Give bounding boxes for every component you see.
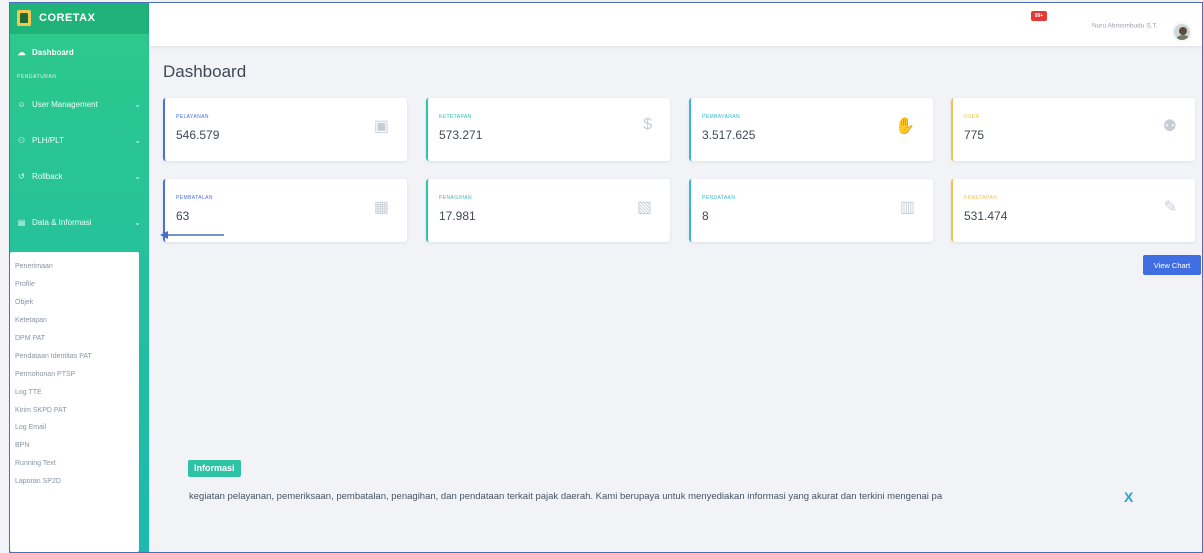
database-icon: ▤ xyxy=(17,217,26,227)
card-label: PEMBAYARAN xyxy=(702,114,740,120)
file-icon: ▥ xyxy=(899,199,915,216)
top-bar: 99+ Nuru Abrosmbudu S.T. xyxy=(149,2,1203,46)
hand-dollar-icon: ✋ xyxy=(895,118,915,135)
rollback-icon: ↺ xyxy=(18,171,25,181)
running-text: kegiatan pelayanan, pemeriksaan, pembata… xyxy=(149,480,1149,516)
submenu-item[interactable]: Log Email xyxy=(10,419,139,437)
chevron-down-icon: ⌄ xyxy=(134,135,141,145)
card-value: 8 xyxy=(702,209,709,223)
card-value: 3.517.625 xyxy=(702,128,756,142)
sidebar-item-data-informasi[interactable]: ▤ Data & Informasi ⌄ xyxy=(9,204,149,240)
submenu-data-informasi: Penerimaan Profile Objek Ketetapan DPM P… xyxy=(10,252,139,552)
desktop-icon: ▣ xyxy=(373,118,389,135)
card-value: 17.981 xyxy=(439,209,476,223)
submenu-item[interactable]: Permohonan PTSP xyxy=(10,365,139,383)
close-icon[interactable]: X xyxy=(1124,489,1133,505)
stat-card-penagihan[interactable]: PENAGIHAN 17.981 ▧ xyxy=(426,179,670,242)
sidebar-item-label: Dashboard xyxy=(32,47,74,57)
submenu-item[interactable]: Profile xyxy=(10,276,139,294)
submenu-item[interactable]: DPM PAT xyxy=(10,330,139,348)
notification-badge[interactable]: 99+ xyxy=(1031,11,1047,21)
brand-name: CORETAX xyxy=(39,12,96,24)
chevron-down-icon: ⌄ xyxy=(134,217,141,227)
stat-card-user[interactable]: USER 775 ⚉ xyxy=(951,98,1195,161)
sidebar-item-plh-plt[interactable]: ⚇ PLH/PLT ⌄ xyxy=(9,122,149,158)
card-label: PENAGIHAN xyxy=(439,195,473,201)
annotation-arrow xyxy=(160,231,224,239)
sidebar-item-user-management[interactable]: ☺ User Management ⌄ xyxy=(9,86,149,122)
submenu-item[interactable]: BPN xyxy=(10,437,139,455)
app-frame: CORETAX ☁ Dashboard PENGATURAN ☺ User Ma… xyxy=(0,0,1203,553)
card-label: USER xyxy=(964,114,980,120)
page-title: Dashboard xyxy=(163,62,247,81)
card-label: PENETAPAN xyxy=(964,195,998,201)
brand[interactable]: CORETAX xyxy=(9,2,149,34)
running-text-content: kegiatan pelayanan, pemeriksaan, pembata… xyxy=(189,491,943,502)
users-icon: ⚉ xyxy=(1162,118,1177,135)
submenu-item[interactable]: Kirim SKPD PAT xyxy=(10,401,139,419)
card-value: 546.579 xyxy=(176,128,220,142)
avatar[interactable] xyxy=(1172,22,1192,42)
sidebar-item-label: PLH/PLT xyxy=(32,135,64,145)
submenu-item[interactable]: Pendataan Identitas PAT xyxy=(10,347,139,365)
clipboard-icon: ▦ xyxy=(373,199,389,216)
logo-icon xyxy=(17,10,31,26)
card-value: 531.474 xyxy=(964,209,1008,223)
card-value: 775 xyxy=(964,128,985,142)
sidebar-item-label: User Management xyxy=(32,99,98,109)
card-label: PENDATAAN xyxy=(702,195,736,201)
submenu-item[interactable]: Objek xyxy=(10,294,139,312)
sidebar-section-label: PENGATURAN xyxy=(17,74,57,80)
dashboard-icon: ☁ xyxy=(17,47,26,57)
view-chart-button[interactable]: View Chart xyxy=(1143,255,1201,275)
submenu-item[interactable]: Running Text xyxy=(10,455,139,473)
sidebar-item-dashboard[interactable]: ☁ Dashboard xyxy=(9,34,149,70)
stat-card-pelayanan[interactable]: PELAYANAN 546.579 ▣ xyxy=(163,98,407,161)
card-label: KETETAPAN xyxy=(439,114,472,120)
card-value: 573.271 xyxy=(439,128,483,142)
info-badge: Informasi xyxy=(188,460,241,477)
card-label: PELAYANAN xyxy=(176,114,209,120)
invoice-icon: ▧ xyxy=(636,199,652,216)
sidebar-item-label: Data & Informasi xyxy=(32,217,92,227)
user-icon: ☺ xyxy=(17,99,26,109)
submenu-item[interactable]: Ketetapan xyxy=(10,312,139,330)
stat-card-penetapan[interactable]: PENETAPAN 531.474 ✎ xyxy=(951,179,1195,242)
card-value: 63 xyxy=(176,209,190,223)
org-icon: ⚇ xyxy=(17,135,26,145)
chevron-down-icon: ⌄ xyxy=(134,99,141,109)
sidebar-item-rollback[interactable]: ↺ Rollback ⌄ xyxy=(9,158,149,194)
card-label: PEMBATALAN xyxy=(176,195,213,201)
user-name[interactable]: Nuru Abrosmbudu S.T. xyxy=(1092,23,1157,30)
submenu-item[interactable]: Penerimaan xyxy=(10,258,139,276)
stat-card-pendataan[interactable]: PENDATAAN 8 ▥ xyxy=(689,179,933,242)
edit-icon: ✎ xyxy=(1163,199,1177,216)
dollar-icon: $ xyxy=(643,116,652,133)
sidebar-item-label: Rollback xyxy=(32,171,63,181)
stat-card-pembayaran[interactable]: PEMBAYARAN 3.517.625 ✋ xyxy=(689,98,933,161)
chevron-down-icon: ⌄ xyxy=(134,171,141,181)
submenu-item[interactable]: Log TTE xyxy=(10,383,139,401)
submenu-item[interactable]: Laporan SP2D xyxy=(10,473,139,491)
stat-card-ketetapan[interactable]: KETETAPAN 573.271 $ xyxy=(426,98,670,161)
